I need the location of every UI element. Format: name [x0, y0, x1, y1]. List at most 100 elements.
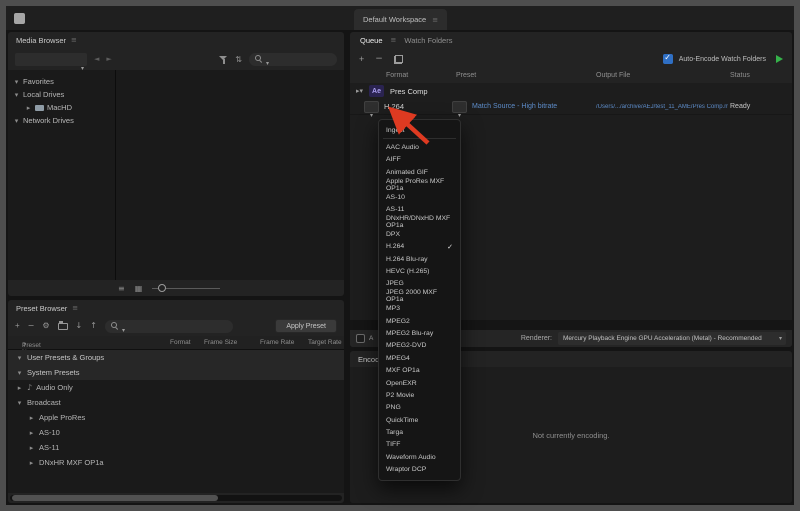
horizontal-scrollbar[interactable] — [10, 495, 342, 501]
format-menu-item[interactable]: OpenEXR — [379, 377, 460, 389]
format-menu-item[interactable]: AS-11 — [379, 203, 460, 215]
format-menu-item[interactable]: Animated GIF — [379, 166, 460, 178]
column-frame-size[interactable]: Frame Size — [204, 339, 237, 346]
start-queue-button[interactable] — [776, 55, 783, 63]
preset-settings-icon[interactable]: ⚙ — [42, 322, 49, 330]
column-status[interactable]: Status — [730, 72, 750, 79]
filter-icon[interactable] — [219, 55, 228, 64]
format-menu-item[interactable]: AIFF — [379, 154, 460, 166]
preset-row[interactable]: ♪ User Presets & Groups — [8, 350, 344, 365]
chevron-icon[interactable] — [28, 429, 35, 437]
tree-item[interactable]: MacHD — [8, 101, 115, 114]
chevron-icon[interactable] — [16, 369, 23, 377]
chevron-icon[interactable] — [28, 414, 35, 422]
new-group-icon[interactable] — [58, 323, 68, 330]
import-preset-icon[interactable]: ↓ — [76, 322, 83, 330]
column-format[interactable]: Format — [386, 72, 408, 79]
duplicate-icon[interactable] — [394, 55, 403, 64]
preset-search-input[interactable] — [105, 320, 233, 333]
expand-chevron-icon[interactable]: ▾ — [356, 87, 363, 95]
format-menu-item[interactable]: H.264 Blu-ray — [379, 253, 460, 265]
format-menu-item[interactable]: MPEG4 — [379, 352, 460, 364]
format-menu-item[interactable]: QuickTime — [379, 414, 460, 426]
format-dropdown-button[interactable] — [364, 101, 379, 113]
job-preset-link[interactable]: Match Source - High bitrate — [472, 103, 557, 110]
format-menu-item[interactable]: DNxHR/DNxHD MXF OP1a — [379, 216, 460, 228]
chevron-icon[interactable] — [16, 354, 23, 362]
format-menu-item[interactable]: AS-10 — [379, 191, 460, 203]
workspace-tab[interactable]: Default Workspace ≡ — [354, 9, 447, 30]
format-menu-item[interactable]: Wraptor DCP — [379, 464, 460, 476]
panel-menu-icon[interactable]: ≡ — [391, 36, 397, 44]
tree-item[interactable]: Local Drives — [8, 88, 115, 101]
format-menu-item[interactable]: JPEG 2000 MXF OP1a — [379, 290, 460, 302]
tab-queue[interactable]: Queue — [360, 36, 383, 45]
panel-menu-icon[interactable]: ≡ — [72, 304, 78, 312]
zoom-slider[interactable] — [152, 288, 220, 289]
preset-row[interactable]: ♪ Broadcast — [8, 395, 344, 410]
preset-row[interactable]: ♪ Audio Only — [8, 380, 344, 395]
media-file-list-area[interactable] — [117, 70, 344, 280]
queue-source-row[interactable]: ▾ Ae Pres Comp — [350, 83, 792, 99]
column-output-file[interactable]: Output File — [596, 72, 630, 79]
column-preset[interactable]: Preset — [456, 72, 476, 79]
format-menu-item[interactable]: DPX — [379, 228, 460, 240]
preset-row[interactable]: ♪ DNxHR MXF OP1a — [8, 455, 344, 470]
format-menu-item[interactable]: TIFF — [379, 439, 460, 451]
preset-dropdown-button[interactable] — [452, 101, 467, 113]
format-menu-item[interactable]: PNG — [379, 402, 460, 414]
panel-menu-icon[interactable]: ≡ — [71, 36, 77, 44]
preset-row[interactable]: ♪ Apple ProRes — [8, 410, 344, 425]
job-output-file-link[interactable]: /Users/.../archive/AEJ/test_11_AME/Pres … — [596, 104, 728, 110]
chevron-icon[interactable] — [13, 117, 20, 125]
export-preset-icon[interactable]: ↑ — [90, 322, 97, 330]
format-menu-item[interactable]: P2 Movie — [379, 389, 460, 401]
tree-item[interactable]: Favorites — [8, 75, 115, 88]
chevron-icon[interactable] — [13, 91, 20, 99]
scrollbar-thumb[interactable] — [12, 495, 218, 501]
media-search-input[interactable] — [249, 53, 337, 66]
chevron-icon[interactable] — [16, 399, 23, 407]
preset-row[interactable]: ♪ System Presets — [8, 365, 344, 380]
sort-icon[interactable]: ⇅ — [235, 55, 242, 64]
format-menu-item[interactable]: MPEG2-DVD — [379, 340, 460, 352]
remove-preset-icon[interactable]: − — [28, 322, 35, 330]
media-source-dropdown[interactable] — [15, 53, 87, 66]
chevron-icon[interactable] — [16, 384, 23, 392]
apply-preset-button[interactable]: Apply Preset — [275, 319, 337, 333]
tree-item[interactable]: Network Drives — [8, 114, 115, 127]
zoom-slider-knob[interactable] — [158, 284, 166, 292]
column-format[interactable]: Format — [170, 339, 191, 346]
format-menu-item[interactable]: MP3 — [379, 302, 460, 314]
renderer-dropdown[interactable]: Mercury Playback Engine GPU Acceleration… — [558, 332, 786, 345]
auto-encode-checkbox[interactable] — [663, 54, 673, 64]
preset-row[interactable]: ♪ AS-11 — [8, 440, 344, 455]
add-preset-icon[interactable]: + — [15, 322, 20, 330]
chevron-icon[interactable] — [25, 104, 32, 112]
chevron-icon[interactable] — [28, 444, 35, 452]
format-menu-item[interactable]: HEVC (H.265) — [379, 265, 460, 277]
workspace-menu-icon[interactable]: ≡ — [432, 16, 438, 24]
format-menu-item[interactable]: MPEG2 Blu-ray — [379, 327, 460, 339]
chevron-icon[interactable] — [28, 459, 35, 467]
list-view-icon[interactable]: ≡ — [118, 284, 125, 293]
thumbnail-view-icon[interactable]: ▦ — [135, 284, 143, 293]
column-target-rate[interactable]: Target Rate — [308, 339, 342, 346]
add-source-icon[interactable]: + — [359, 55, 364, 64]
tab-watch-folders[interactable]: Watch Folders — [404, 36, 452, 45]
preset-row[interactable]: ♪ AS-10 — [8, 425, 344, 440]
back-arrow-icon[interactable]: ◄ — [94, 55, 99, 63]
format-menu-item[interactable]: Targa — [379, 426, 460, 438]
footer-checkbox[interactable] — [356, 334, 365, 343]
forward-arrow-icon[interactable]: ► — [106, 55, 111, 63]
format-menu-item[interactable]: JPEG — [379, 278, 460, 290]
remove-icon[interactable]: − — [375, 55, 383, 64]
format-menu-item[interactable]: H.264 — [379, 241, 460, 253]
format-menu-item[interactable]: MPEG2 — [379, 315, 460, 327]
format-menu-item[interactable]: MXF OP1a — [379, 364, 460, 376]
format-menu-item[interactable]: Waveform Audio — [379, 451, 460, 463]
format-menu-item[interactable]: Apple ProRes MXF OP1a — [379, 179, 460, 191]
column-frame-rate[interactable]: Frame Rate — [260, 339, 294, 346]
chevron-icon[interactable] — [13, 78, 20, 86]
window-controls-icon[interactable] — [14, 13, 25, 24]
